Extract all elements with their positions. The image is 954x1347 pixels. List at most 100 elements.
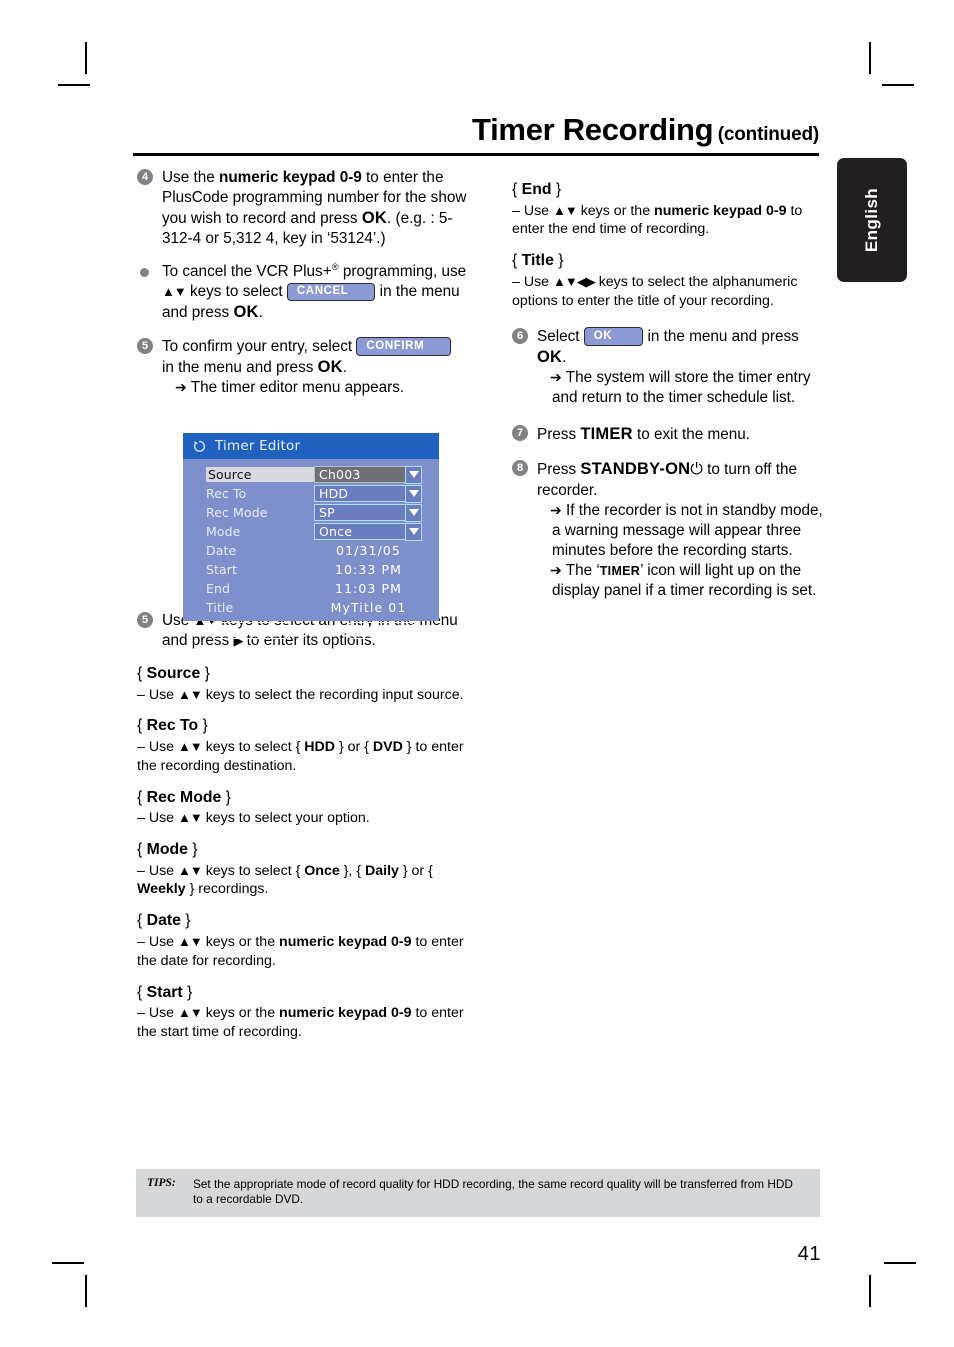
dialog-row-date[interactable]: Date 01/31/05: [183, 541, 439, 559]
power-icon: ⏻: [690, 461, 703, 479]
chevron-down-icon[interactable]: [405, 522, 422, 541]
definition-name: End: [521, 181, 552, 198]
text: The system will store the timer entry an…: [552, 369, 811, 407]
crop-mark-top-right-vertical: [869, 42, 871, 74]
page-header: Timer Recording (continued): [133, 112, 819, 156]
dialog-row-label: Start: [206, 561, 238, 577]
confirm-badge[interactable]: CONFIRM: [356, 337, 452, 356]
emphasis: numeric keypad 0-9: [279, 933, 412, 950]
dialog-cancel-button[interactable]: CANCEL: [346, 622, 415, 639]
left-definition-list: { Source } – Use ▲▼ keys to select the re…: [137, 664, 467, 1042]
dialog-dropdown[interactable]: Ch003: [314, 465, 422, 484]
definition-heading: { Date }: [137, 911, 467, 932]
brace-open: {: [512, 181, 522, 198]
brace-close: }: [221, 788, 231, 806]
ok-emphasis: OK: [361, 208, 387, 227]
brace-close: }: [198, 717, 208, 735]
text: to exit the menu.: [632, 425, 751, 443]
dialog-row-rec-mode[interactable]: Rec Mode SP: [183, 503, 439, 522]
emphasis: numeric keypad 0-9: [279, 1005, 412, 1022]
brace-close: }: [551, 181, 562, 198]
text: Use the: [162, 169, 219, 186]
text: } or {: [335, 738, 373, 755]
arrow-keys-icon: ▲▼: [178, 862, 203, 878]
definition-heading: { Source }: [137, 664, 467, 685]
chevron-down-icon[interactable]: [405, 465, 422, 484]
definition-body: – Use ▲▼ keys or the numeric keypad 0-9 …: [137, 1004, 467, 1042]
cancel-badge[interactable]: CANCEL: [286, 282, 376, 302]
bullet-marker: [140, 268, 149, 278]
step-7: 7 Press TIMER to exit the menu.: [512, 424, 832, 445]
dialog-row-label: Title: [206, 599, 234, 615]
step-8-note-2: ➔ The ‘TIMER’ icon will light up on the …: [537, 561, 832, 601]
step-4-body: Use the numeric keypad 0-9 to enter the …: [162, 168, 467, 249]
header-divider: [133, 153, 819, 156]
definition-date: { Date } – Use ▲▼ keys or the numeric key…: [137, 911, 467, 970]
brace-open: {: [137, 664, 147, 682]
text: } recordings.: [185, 881, 269, 898]
timer-indicator-label: TIMER: [599, 563, 641, 578]
dialog-row-mode[interactable]: Mode Once: [183, 522, 439, 541]
dialog-ok-button[interactable]: OK: [209, 622, 292, 639]
arrow-keys-icon: ▲▼: [178, 933, 203, 949]
right-definition-list: { End } – Use ▲▼ keys or the numeric keyp…: [512, 180, 832, 311]
text: Select: [537, 327, 584, 345]
text: keys to select {: [201, 738, 305, 755]
arrow-keys-icon: ▲▼: [553, 202, 578, 218]
text: programming, use: [338, 263, 467, 281]
step-8-body: Press STANDBY-ON⏻ to turn off the record…: [537, 459, 832, 600]
dialog-dropdown[interactable]: SP: [314, 503, 422, 522]
step-marker: 5: [137, 612, 153, 629]
bullet-cancel-vcrplus: To cancel the VCR Plus+® programming, us…: [137, 262, 467, 324]
text: If the recorder is not in standby mode, …: [552, 502, 823, 559]
chevron-down-icon[interactable]: [405, 484, 422, 503]
brace-open: {: [137, 788, 147, 806]
brace-open: {: [512, 252, 522, 270]
page-title: Timer Recording (continued): [133, 112, 819, 148]
dialog-field-rows: Source Ch003 Rec To HDD Rec Mode SP Mode Once Da…: [183, 459, 439, 616]
text: keys or the: [576, 202, 655, 219]
definition-mode: { Mode } – Use ▲▼ keys to select { Once }…: [137, 840, 467, 899]
step-marker: 8: [512, 460, 528, 477]
dialog-row-value: 11:03 PM: [334, 580, 403, 596]
brace-open: {: [137, 912, 147, 930]
text: – Use: [137, 862, 179, 879]
timer-editor-dialog[interactable]: Timer Editor Source Ch003 Rec To HDD Rec Mod…: [183, 433, 439, 639]
arrow-keys-icon: ▲▼: [178, 810, 203, 826]
definition-heading: { Rec Mode }: [137, 788, 467, 809]
dialog-dropdown-value: Ch003: [319, 466, 361, 482]
chevron-down-icon[interactable]: [405, 503, 422, 522]
dialog-dropdown[interactable]: HDD: [314, 484, 422, 503]
text: keys to select the recording input sourc…: [201, 686, 464, 703]
text: } or {: [398, 862, 433, 879]
crop-mark-bottom-right-horizontal: [884, 1262, 916, 1264]
step-marker: 4: [137, 169, 153, 185]
arrow-keys-icon: ▲▼◀▶: [553, 273, 596, 289]
definition-name: Rec To: [146, 717, 199, 735]
dialog-row-rec-to[interactable]: Rec To HDD: [183, 484, 439, 503]
text: keys or the: [201, 933, 280, 950]
dialog-dropdown-value: SP: [319, 504, 335, 520]
numeric-keypad-emphasis: numeric keypad 0-9: [218, 169, 362, 186]
text: keys to select: [185, 283, 287, 301]
dialog-row-start[interactable]: Start 10:33 PM: [183, 560, 439, 578]
dialog-dropdown[interactable]: Once: [314, 522, 422, 541]
ok-badge[interactable]: OK: [583, 327, 644, 346]
ok-emphasis: OK: [537, 347, 563, 366]
dialog-row-label: End: [206, 580, 231, 596]
text: The ‘: [565, 561, 600, 579]
step-8: 8 Press STANDBY-ON⏻ to turn off the reco…: [512, 459, 832, 600]
dialog-row-title[interactable]: Title MyTitle 01: [183, 598, 439, 616]
step-marker: 5: [137, 337, 153, 354]
dialog-dropdown-value: Once: [319, 523, 353, 539]
crop-mark-bottom-left-vertical: [85, 1275, 87, 1307]
step-5-note: ➔ The timer editor menu appears.: [162, 378, 467, 398]
step-5-confirm: 5 To confirm your entry, select CONFIRM …: [137, 337, 467, 399]
registered-mark: ®: [331, 262, 339, 274]
ok-emphasis: OK: [233, 303, 259, 322]
arrow-keys-icon: ▲▼: [178, 1005, 203, 1021]
dialog-row-source[interactable]: Source Ch003: [183, 465, 439, 484]
dialog-titlebar: Timer Editor: [183, 433, 439, 459]
dialog-row-end[interactable]: End 11:03 PM: [183, 579, 439, 597]
right-arrow-icon: ➔: [175, 379, 187, 396]
